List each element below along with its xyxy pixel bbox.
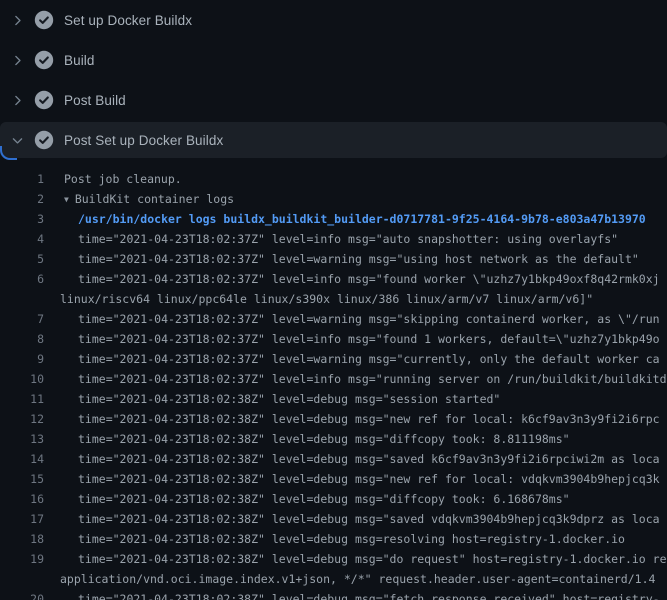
step-label: Post Set up Docker Buildx (64, 133, 223, 148)
actions-log-panel: Set up Docker Buildx Build P (0, 0, 667, 600)
log-line-text: time="2021-04-23T18:02:38Z" level=debug … (44, 429, 570, 449)
chevron-right-icon[interactable] (0, 54, 34, 67)
log-line: application/vnd.oci.image.index.v1+json,… (0, 569, 667, 589)
log-line-text: time="2021-04-23T18:02:38Z" level=debug … (44, 529, 625, 549)
log-line: 9 time="2021-04-23T18:02:37Z" level=warn… (0, 349, 667, 369)
log-line: 6 time="2021-04-23T18:02:37Z" level=info… (0, 269, 667, 289)
log-line-number (0, 289, 44, 309)
log-line-text: time="2021-04-23T18:02:38Z" level=debug … (44, 589, 660, 600)
check-circle-icon (34, 130, 54, 150)
log-line-text: time="2021-04-23T18:02:38Z" level=debug … (44, 509, 660, 529)
log-line-number[interactable]: 9 (0, 349, 44, 369)
step-label: Set up Docker Buildx (64, 13, 192, 28)
log-line: 16 time="2021-04-23T18:02:38Z" level=deb… (0, 489, 667, 509)
log-line: 20 time="2021-04-23T18:02:38Z" level=deb… (0, 589, 667, 600)
check-circle-icon (34, 90, 54, 110)
group-caret-icon[interactable]: ▼ (64, 190, 69, 209)
log-lines-container: 1 Post job cleanup. 2 ▼BuildKit containe… (0, 160, 667, 600)
log-line-text: time="2021-04-23T18:02:38Z" level=debug … (44, 469, 660, 489)
log-line-text: time="2021-04-23T18:02:37Z" level=warnin… (44, 309, 660, 329)
log-line: 11 time="2021-04-23T18:02:38Z" level=deb… (0, 389, 667, 409)
log-line: 1 Post job cleanup. (0, 169, 667, 189)
log-line-number[interactable]: 20 (0, 589, 44, 600)
log-line-number[interactable]: 15 (0, 469, 44, 489)
log-line-number[interactable]: 16 (0, 489, 44, 509)
log-line-number[interactable]: 11 (0, 389, 44, 409)
chevron-right-icon[interactable] (0, 94, 34, 107)
step-header[interactable]: Post Set up Docker Buildx (0, 120, 667, 160)
log-group-line[interactable]: 2 ▼BuildKit container logs (0, 189, 667, 209)
log-line: linux/riscv64 linux/ppc64le linux/s390x … (0, 289, 667, 309)
step-header[interactable]: Set up Docker Buildx (0, 0, 667, 40)
step-label: Post Build (64, 93, 126, 108)
log-line-number[interactable]: 7 (0, 309, 44, 329)
log-line-number[interactable]: 2 (0, 189, 44, 209)
log-line-number[interactable]: 19 (0, 549, 44, 569)
check-circle-icon (34, 10, 54, 30)
log-line-text: ▼BuildKit container logs (44, 189, 234, 209)
log-line-text: time="2021-04-23T18:02:37Z" level=warnin… (44, 349, 660, 369)
log-line-number[interactable]: 8 (0, 329, 44, 349)
log-line: 4 time="2021-04-23T18:02:37Z" level=info… (0, 229, 667, 249)
log-line-text: time="2021-04-23T18:02:38Z" level=debug … (44, 389, 500, 409)
log-line-text: Post job cleanup. (44, 169, 182, 189)
log-line-text: time="2021-04-23T18:02:38Z" level=debug … (44, 489, 570, 509)
log-line: 18 time="2021-04-23T18:02:38Z" level=deb… (0, 529, 667, 549)
log-line: 14 time="2021-04-23T18:02:38Z" level=deb… (0, 449, 667, 469)
log-line-text: /usr/bin/docker logs buildx_buildkit_bui… (44, 209, 646, 229)
log-line: 12 time="2021-04-23T18:02:38Z" level=deb… (0, 409, 667, 429)
log-line-number[interactable]: 14 (0, 449, 44, 469)
chevron-right-icon[interactable] (0, 14, 34, 27)
log-line-text: time="2021-04-23T18:02:38Z" level=debug … (44, 549, 667, 569)
log-line-number[interactable]: 6 (0, 269, 44, 289)
log-line: 17 time="2021-04-23T18:02:38Z" level=deb… (0, 509, 667, 529)
log-line-text: application/vnd.oci.image.index.v1+json,… (44, 569, 655, 589)
log-line-number[interactable]: 5 (0, 249, 44, 269)
log-line: 19 time="2021-04-23T18:02:38Z" level=deb… (0, 549, 667, 569)
log-line-number[interactable]: 18 (0, 529, 44, 549)
step-header[interactable]: Post Build (0, 80, 667, 120)
log-line-text: time="2021-04-23T18:02:38Z" level=debug … (44, 409, 660, 429)
log-line-number (0, 569, 44, 589)
log-line-number[interactable]: 12 (0, 409, 44, 429)
check-circle-icon (34, 50, 54, 70)
log-line: 5 time="2021-04-23T18:02:37Z" level=warn… (0, 249, 667, 269)
log-line: 8 time="2021-04-23T18:02:37Z" level=info… (0, 329, 667, 349)
log-line-text: time="2021-04-23T18:02:37Z" level=info m… (44, 329, 660, 349)
log-line-text: linux/riscv64 linux/ppc64le linux/s390x … (44, 289, 593, 309)
log-line-number[interactable]: 10 (0, 369, 44, 389)
log-line-text: time="2021-04-23T18:02:38Z" level=debug … (44, 449, 660, 469)
steps-list: Set up Docker Buildx Build P (0, 0, 667, 160)
log-line: 3 /usr/bin/docker logs buildx_buildkit_b… (0, 209, 667, 229)
log-line-number[interactable]: 4 (0, 229, 44, 249)
log-line: 13 time="2021-04-23T18:02:38Z" level=deb… (0, 429, 667, 449)
log-line-number[interactable]: 17 (0, 509, 44, 529)
log-line: 10 time="2021-04-23T18:02:37Z" level=inf… (0, 369, 667, 389)
step-label: Build (64, 53, 95, 68)
log-line-number[interactable]: 1 (0, 169, 44, 189)
log-line: 7 time="2021-04-23T18:02:37Z" level=warn… (0, 309, 667, 329)
log-line-number[interactable]: 3 (0, 209, 44, 229)
log-line-text: time="2021-04-23T18:02:37Z" level=info m… (44, 229, 618, 249)
chevron-down-icon[interactable] (0, 134, 34, 147)
log-line-text: time="2021-04-23T18:02:37Z" level=warnin… (44, 249, 639, 269)
log-line-text: time="2021-04-23T18:02:37Z" level=info m… (44, 269, 660, 289)
log-line-number[interactable]: 13 (0, 429, 44, 449)
step-header[interactable]: Build (0, 40, 667, 80)
log-line: 15 time="2021-04-23T18:02:38Z" level=deb… (0, 469, 667, 489)
log-line-text: time="2021-04-23T18:02:37Z" level=info m… (44, 369, 667, 389)
